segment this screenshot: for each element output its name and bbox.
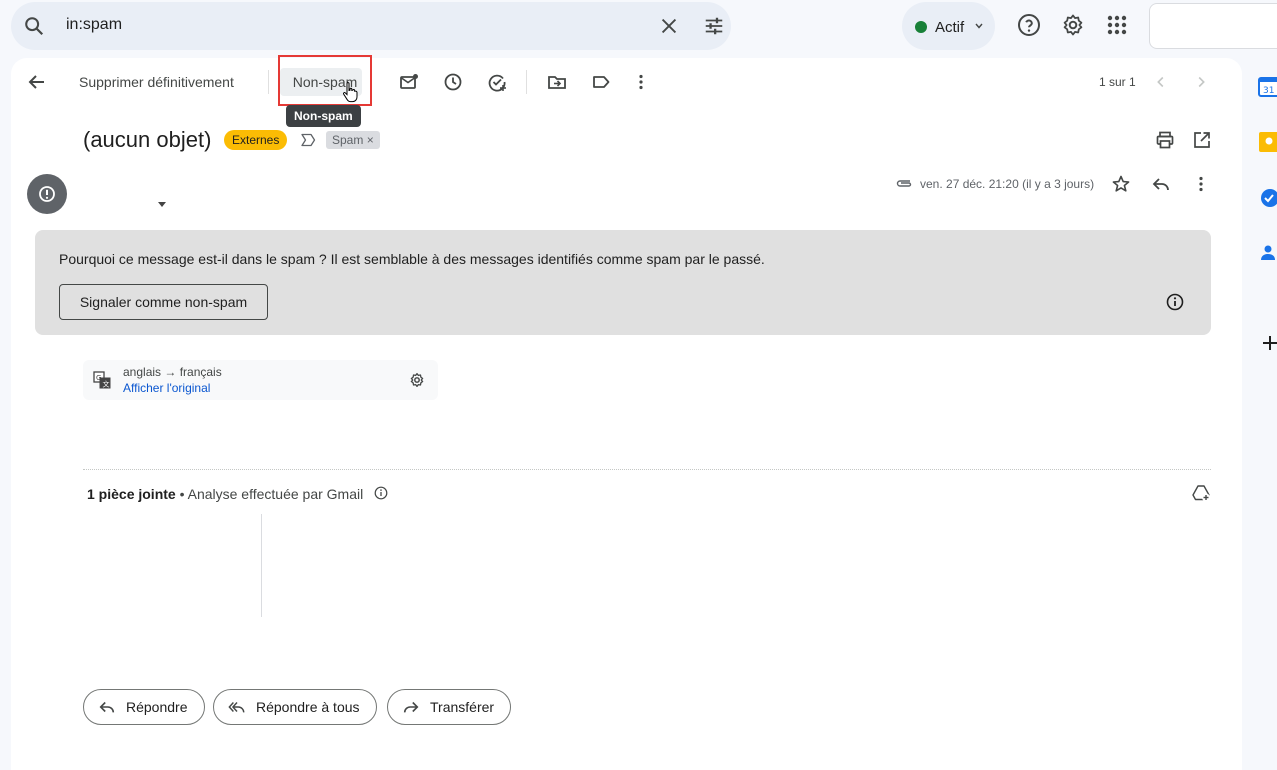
forward-label: Transférer (430, 699, 495, 715)
apps-grid-icon[interactable] (1105, 13, 1129, 37)
add-to-drive-icon[interactable] (1191, 484, 1211, 502)
reply-label: Répondre (126, 699, 188, 715)
sender-details-caret-icon[interactable] (158, 202, 166, 207)
hand-cursor-icon (342, 82, 358, 103)
chevron-down-icon (975, 23, 983, 29)
clock-icon (444, 73, 462, 91)
move-to-button[interactable] (547, 72, 567, 92)
message-date: ven. 27 déc. 21:20 (il y a 3 jours) (920, 177, 1095, 191)
gear-icon[interactable] (1061, 13, 1085, 37)
open-new-window-button[interactable] (1191, 130, 1213, 150)
svg-text:31: 31 (1263, 86, 1274, 96)
divider (83, 469, 1211, 470)
account-area[interactable] (1149, 3, 1277, 49)
translate-icon: G文 (93, 371, 111, 389)
toolbar-divider (268, 70, 269, 94)
avatar[interactable] (27, 174, 67, 214)
mark-unread-button[interactable] (399, 72, 419, 92)
reply-button[interactable]: Répondre (83, 689, 205, 725)
status-selector[interactable]: Actif (902, 2, 995, 50)
chevron-right-icon (1198, 76, 1205, 88)
spam-question: Pourquoi ce message est-il dans le spam … (59, 251, 327, 267)
attachment-clip-icon (896, 180, 912, 187)
svg-text:G: G (96, 374, 101, 382)
reply-icon-button[interactable] (1151, 174, 1171, 194)
mail-unread-icon (400, 74, 418, 89)
close-icon[interactable] (658, 15, 680, 37)
search-options-icon[interactable] (703, 15, 725, 37)
spam-warning-banner: Pourquoi ce message est-il dans le spam … (35, 230, 1211, 335)
attachment-count: 1 pièce jointe (87, 486, 176, 502)
more-actions-button[interactable] (631, 72, 651, 92)
delete-forever-label: Supprimer définitivement (79, 74, 234, 90)
forward-icon (403, 701, 419, 713)
reply-all-label: Répondre à tous (256, 699, 360, 715)
attachments-heading: 1 pièce jointe • Analyse effectuée par G… (87, 486, 363, 502)
add-task-button[interactable] (487, 72, 507, 92)
search-bar[interactable]: in:spam (11, 2, 731, 50)
label-remove-icon[interactable]: × (367, 133, 374, 147)
arrow-back-icon (28, 75, 44, 89)
status-dot (915, 21, 927, 33)
gear-icon[interactable] (409, 372, 425, 388)
message-view: Supprimer définitivement Non-spam Non-sp… (11, 55, 1242, 770)
spam-reason-text: Pourquoi ce message est-il dans le spam … (59, 251, 765, 267)
more-vert-icon (639, 74, 643, 90)
report-not-spam-button[interactable]: Signaler comme non-spam (59, 284, 268, 320)
warning-icon (39, 186, 55, 202)
print-button[interactable] (1154, 130, 1176, 150)
forward-button[interactable]: Transférer (387, 689, 512, 725)
calendar-icon[interactable]: 31 (1258, 77, 1277, 97)
delete-forever-button[interactable]: Supprimer définitivement (79, 72, 234, 92)
help-icon[interactable] (1017, 13, 1041, 37)
reply-all-button[interactable]: Répondre à tous (213, 689, 377, 725)
move-folder-icon (548, 76, 566, 89)
label-spam-text: Spam (332, 133, 364, 147)
more-vert-icon (1199, 176, 1203, 192)
translation-bar: G文 anglais → français Afficher l'origina… (83, 360, 438, 400)
label-icon (593, 76, 610, 88)
toolbar-divider (526, 70, 527, 94)
attachment-card[interactable] (261, 514, 263, 617)
labels-button[interactable] (591, 72, 611, 92)
older-button[interactable] (1192, 72, 1210, 92)
message-subject: (aucun objet) (83, 127, 212, 152)
add-task-icon (488, 74, 506, 92)
label-external[interactable]: Externes (224, 130, 288, 150)
reply-all-icon (228, 702, 245, 713)
spam-reason: Il est semblable à des messages identifi… (326, 251, 765, 267)
keep-icon[interactable] (1258, 132, 1277, 152)
show-original-link[interactable]: Afficher l'original (123, 381, 210, 395)
info-icon[interactable] (374, 486, 388, 500)
add-icon[interactable] (1258, 333, 1277, 353)
snooze-button[interactable] (443, 72, 463, 92)
scan-status: • Analyse effectuée par Gmail (175, 486, 364, 502)
reply-icon (99, 701, 115, 713)
pagination-text: 1 sur 1 (1099, 75, 1136, 89)
status-label: Actif (935, 19, 965, 36)
message-more-button[interactable] (1191, 174, 1211, 194)
translation-languages: anglais → français (123, 365, 222, 379)
info-icon[interactable] (1165, 292, 1185, 312)
star-button[interactable] (1111, 174, 1131, 194)
importance-marker-icon[interactable] (300, 133, 316, 147)
open-in-new-icon (1194, 132, 1210, 148)
search-input[interactable]: in:spam (66, 16, 122, 34)
label-spam[interactable]: Spam × (326, 131, 380, 149)
contacts-icon[interactable] (1258, 243, 1277, 263)
search-icon[interactable] (23, 15, 45, 37)
reply-icon (1152, 178, 1169, 191)
chevron-left-icon (1157, 76, 1164, 88)
tooltip: Non-spam (286, 105, 361, 127)
tasks-icon[interactable] (1258, 188, 1277, 208)
print-icon (1156, 131, 1174, 149)
newer-button[interactable] (1152, 72, 1170, 92)
back-button[interactable] (25, 72, 49, 92)
star-icon (1112, 175, 1130, 192)
svg-text:文: 文 (103, 380, 110, 389)
